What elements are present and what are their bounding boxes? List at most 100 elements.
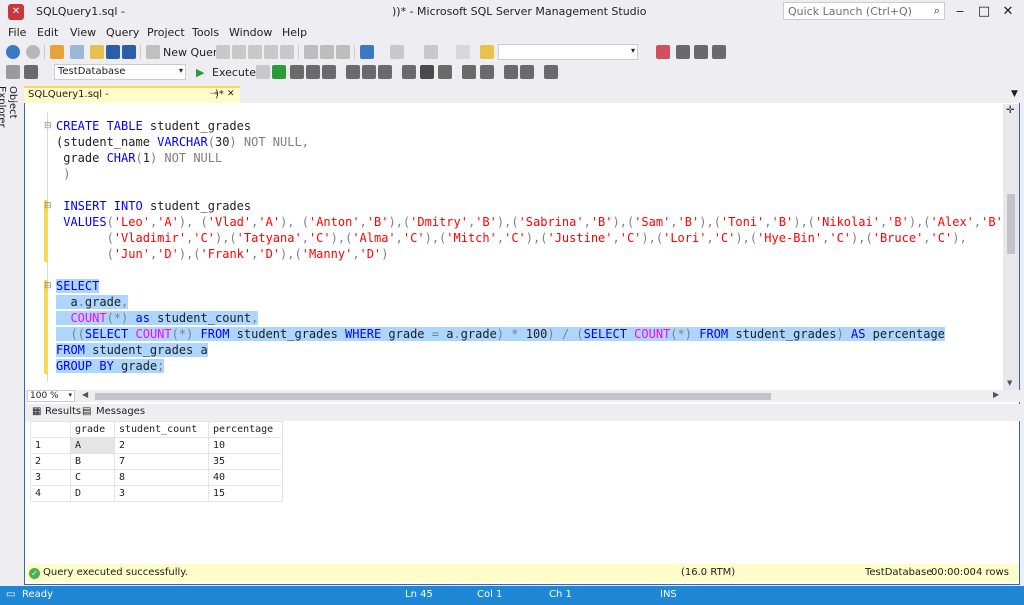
connect-icon[interactable] (6, 65, 20, 79)
table-row[interactable]: 4 D 3 15 (30, 485, 283, 502)
tab-results[interactable]: Results (45, 406, 81, 417)
grade-cell[interactable]: B (70, 453, 115, 470)
redo-icon[interactable] (390, 45, 404, 59)
query-options-icon[interactable] (322, 65, 336, 79)
percentage-cell[interactable]: 15 (208, 485, 283, 502)
search-icon[interactable]: ⌕ (934, 4, 940, 18)
row-number[interactable]: 3 (30, 469, 71, 486)
percentage-cell[interactable]: 10 (208, 437, 283, 454)
uncomment-icon[interactable] (480, 65, 494, 79)
scroll-right-icon[interactable]: ▶ (993, 390, 999, 399)
fold-icon[interactable]: ⊟ (44, 201, 52, 211)
scroll-left-icon[interactable]: ◀ (82, 390, 88, 399)
split-icon[interactable]: ✛ (1006, 105, 1014, 116)
menu-file[interactable]: File (8, 26, 26, 39)
analysis-dmx-query-icon[interactable] (248, 45, 262, 59)
change-connection-icon[interactable] (24, 65, 38, 79)
analysis-xmla-query-icon[interactable] (264, 45, 278, 59)
editor-vertical-scrollbar[interactable]: ✛ ▼ (1003, 104, 1019, 391)
object-explorer-tab[interactable]: Object Explorer (0, 86, 18, 156)
minimize-button[interactable]: ‒ (950, 3, 970, 21)
results-to-grid-icon[interactable] (420, 65, 434, 79)
live-stats-icon[interactable] (362, 65, 376, 79)
new-project-icon[interactable] (50, 45, 64, 59)
screen-icon[interactable] (424, 45, 438, 59)
specify-values-icon[interactable] (544, 65, 558, 79)
maximize-button[interactable]: □ (974, 3, 994, 21)
solution-explorer-icon[interactable] (656, 45, 670, 59)
results-grid[interactable]: grade student_count percentage 1 A 2 10 … (30, 421, 283, 502)
table-row[interactable]: 1 A 2 10 (30, 437, 283, 454)
open-file-icon[interactable] (90, 45, 104, 59)
menu-edit[interactable]: Edit (37, 26, 58, 39)
estimated-plan-icon[interactable] (290, 65, 304, 79)
count-cell[interactable]: 8 (114, 469, 209, 486)
row-number[interactable]: 4 (30, 485, 71, 502)
save-icon[interactable] (106, 45, 120, 59)
percentage-cell[interactable]: 35 (208, 453, 283, 470)
back-icon[interactable] (6, 45, 20, 59)
grade-cell[interactable]: D (70, 485, 115, 502)
count-cell[interactable]: 2 (114, 437, 209, 454)
execute-button[interactable]: Execute (212, 66, 256, 79)
tab-sqlquery1[interactable]: SQLQuery1.sql - )* ⊸ ✕ (24, 86, 240, 103)
save-all-icon[interactable] (122, 45, 136, 59)
parse-icon[interactable] (272, 65, 286, 79)
database-engine-query-icon[interactable] (216, 45, 230, 59)
menu-view[interactable]: View (70, 26, 96, 39)
database-select[interactable]: TestDatabase ▾ (54, 64, 186, 80)
horizontal-scroll-thumb[interactable] (95, 393, 771, 400)
close-tab-icon[interactable]: ✕ (227, 89, 235, 99)
copy-icon[interactable] (320, 45, 334, 59)
decrease-indent-icon[interactable] (504, 65, 518, 79)
menu-project[interactable]: Project (147, 26, 185, 39)
actual-plan-icon[interactable] (346, 65, 360, 79)
vertical-scroll-thumb[interactable] (1007, 194, 1015, 254)
find-combo[interactable]: ▾ (498, 44, 638, 60)
ssms-app-icon[interactable]: ✕ (8, 4, 24, 20)
properties-icon[interactable] (676, 45, 690, 59)
column-header[interactable]: percentage (208, 421, 283, 438)
toolbox-icon[interactable] (694, 45, 708, 59)
new-query-button[interactable]: New Query (163, 46, 224, 59)
comment-icon[interactable] (462, 65, 476, 79)
fold-icon[interactable]: ⊟ (44, 121, 52, 131)
client-stats-icon[interactable] (378, 65, 392, 79)
cut-icon[interactable] (304, 45, 318, 59)
count-cell[interactable]: 7 (114, 453, 209, 470)
quick-launch-input[interactable]: Quick Launch (Ctrl+Q) ⌕ (783, 2, 945, 20)
row-number[interactable]: 1 (30, 437, 71, 454)
table-row[interactable]: 2 B 7 35 (30, 453, 283, 470)
grade-cell[interactable]: C (70, 469, 115, 486)
add-item-icon[interactable] (70, 45, 84, 59)
results-to-text-icon[interactable] (402, 65, 416, 79)
close-button[interactable]: ✕ (998, 3, 1018, 21)
column-header[interactable]: student_count (114, 421, 209, 438)
row-number[interactable]: 2 (30, 453, 71, 470)
new-query-icon[interactable] (146, 45, 160, 59)
find-icon[interactable] (480, 45, 494, 59)
dropdown-icon[interactable] (456, 45, 470, 59)
percentage-cell[interactable]: 40 (208, 469, 283, 486)
tab-list-dropdown-icon[interactable]: ▼ (1011, 89, 1018, 99)
intellisense-icon[interactable] (306, 65, 320, 79)
tab-messages[interactable]: Messages (96, 406, 145, 417)
execute-icon[interactable]: ▶ (196, 66, 204, 79)
scroll-down-icon[interactable]: ▼ (1007, 379, 1012, 387)
fold-icon[interactable]: ⊟ (44, 281, 52, 291)
increase-indent-icon[interactable] (520, 65, 534, 79)
forward-icon[interactable] (26, 45, 40, 59)
menu-window[interactable]: Window (229, 26, 272, 39)
cancel-query-icon[interactable] (256, 65, 270, 79)
undo-icon[interactable] (360, 45, 374, 59)
results-to-file-icon[interactable] (438, 65, 452, 79)
menu-tools[interactable]: Tools (192, 26, 219, 39)
zoom-select[interactable]: 100 % ▾ (27, 390, 75, 402)
table-row[interactable]: 3 C 8 40 (30, 469, 283, 486)
count-cell[interactable]: 3 (114, 485, 209, 502)
analysis-dax-query-icon[interactable] (280, 45, 294, 59)
options-icon[interactable] (712, 45, 726, 59)
analysis-mdx-query-icon[interactable] (232, 45, 246, 59)
grade-cell[interactable]: A (70, 437, 115, 454)
paste-icon[interactable] (336, 45, 350, 59)
